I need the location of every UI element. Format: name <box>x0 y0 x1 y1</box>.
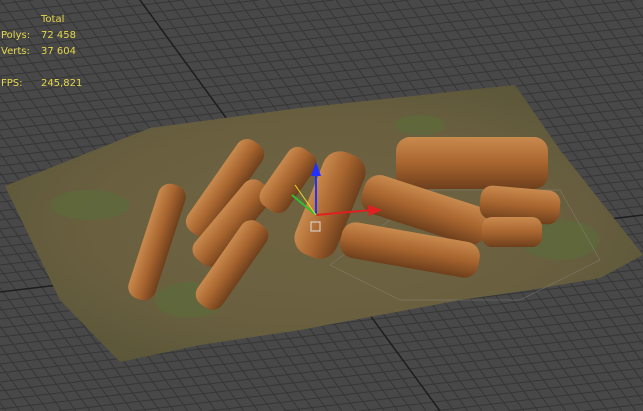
viewport-scene <box>0 0 643 411</box>
log <box>482 217 542 247</box>
grid-line <box>584 403 643 411</box>
grid-line <box>531 0 643 153</box>
verts-value: 37 604 <box>41 46 76 57</box>
log <box>396 137 548 189</box>
grid-line <box>0 325 63 411</box>
grid-line <box>359 376 643 411</box>
grid-line <box>0 402 7 411</box>
grid-line <box>0 344 49 411</box>
verts-label: Verts: <box>1 46 30 57</box>
3d-viewport[interactable]: Total Polys: 72 458 Verts: 37 604 FPS: 245,… <box>0 0 643 411</box>
fps-value: 245,821 <box>41 78 83 89</box>
stats-header: Total <box>41 14 65 25</box>
polys-value: 72 458 <box>41 30 76 41</box>
fps-label: FPS: <box>1 78 23 89</box>
grid-line <box>0 0 184 23</box>
grid-line <box>559 0 643 114</box>
polys-label: Polys: <box>1 30 31 41</box>
grid-line <box>509 394 643 411</box>
grid-line <box>573 0 643 95</box>
